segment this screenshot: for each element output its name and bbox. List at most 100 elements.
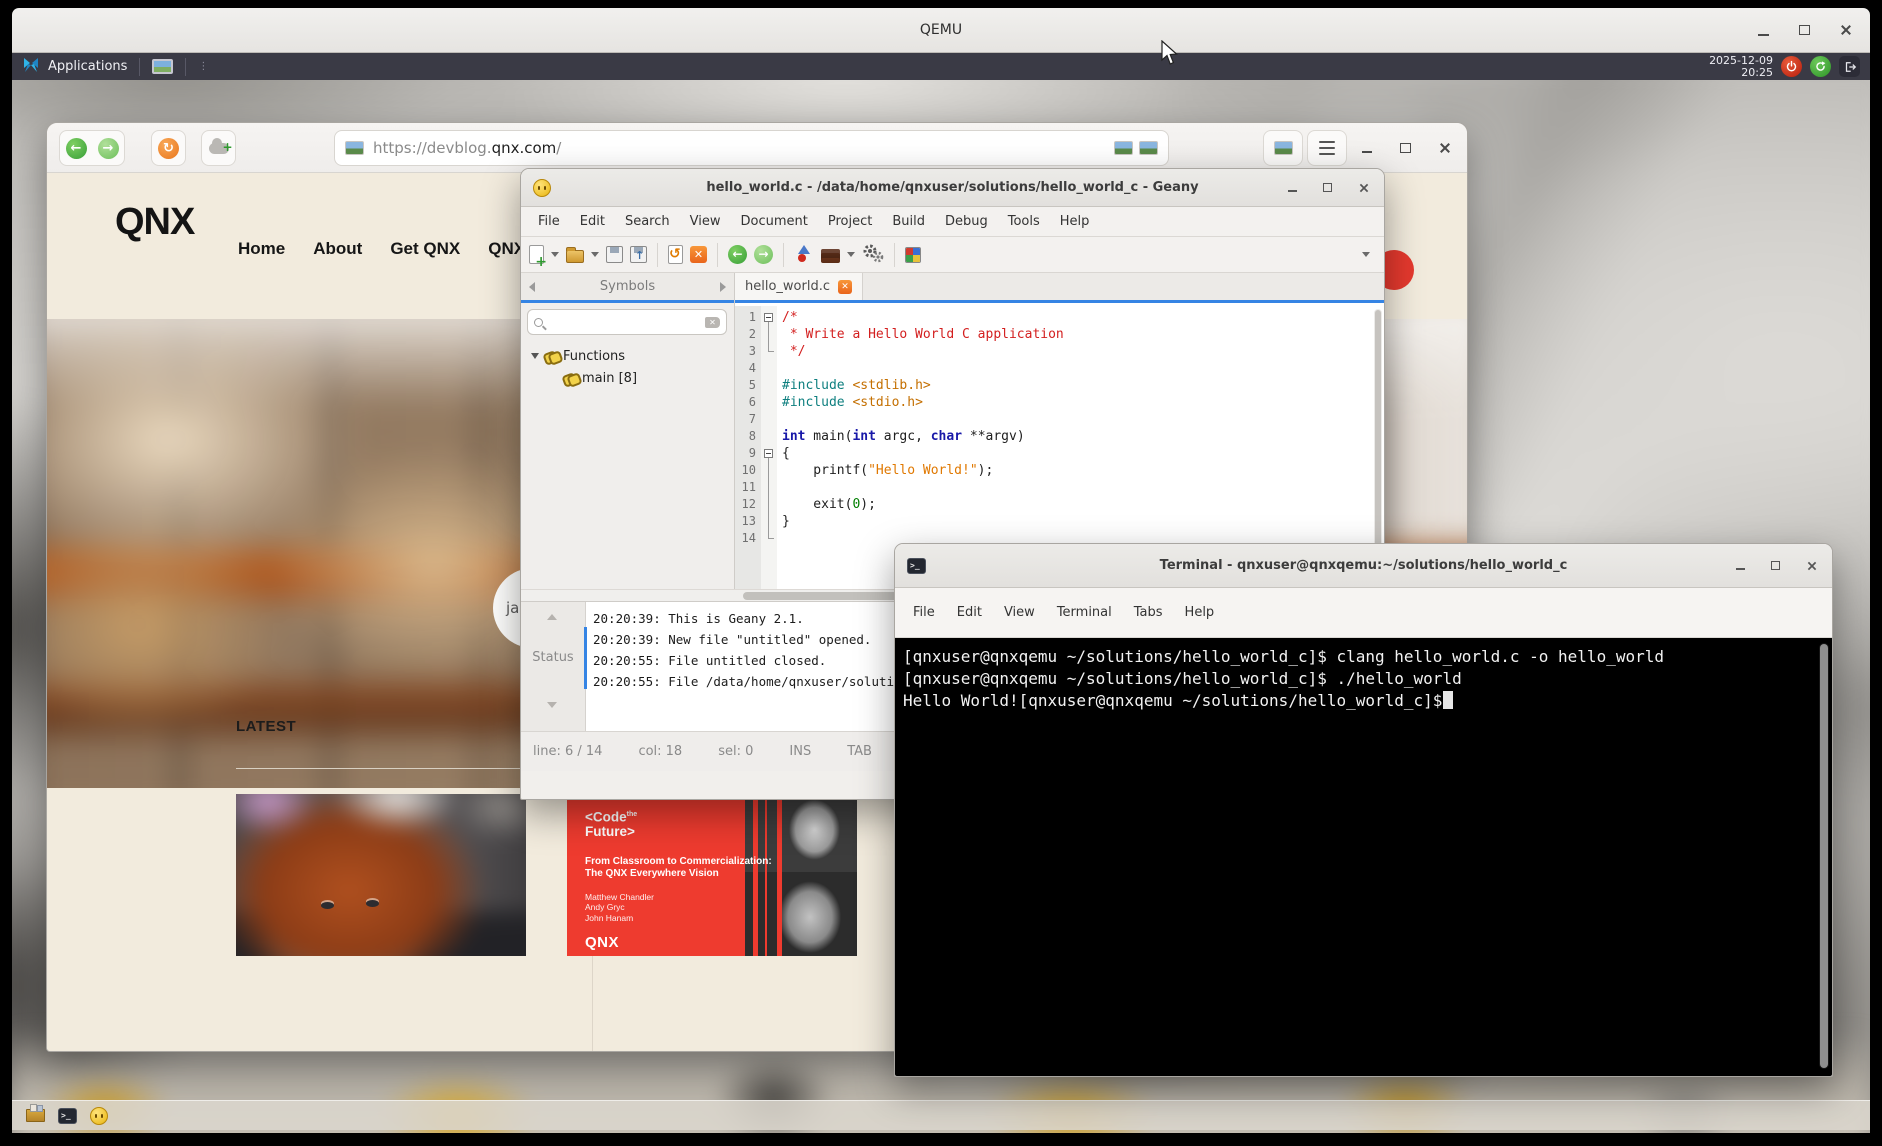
browser-downloads-button[interactable]: [201, 130, 236, 166]
browser-minimize-button[interactable]: [1362, 151, 1372, 153]
geany-menu-7[interactable]: Debug: [936, 211, 997, 232]
show-desktop-icon[interactable]: [152, 59, 173, 74]
geany-menu-1[interactable]: Edit: [571, 211, 614, 232]
code-line-9[interactable]: 9{: [735, 445, 1384, 462]
line-number[interactable]: 2: [735, 326, 761, 343]
browser-reload-button[interactable]: ↻: [151, 130, 186, 166]
build-dropdown[interactable]: [847, 252, 855, 257]
browser-menu-button[interactable]: [1307, 130, 1347, 166]
expander-icon[interactable]: [531, 353, 539, 359]
qemu-close-button[interactable]: [1840, 24, 1852, 36]
qnx-site-logo[interactable]: QNX: [115, 201, 194, 244]
close-file-button[interactable]: ✕: [690, 246, 707, 263]
color-chooser-button[interactable]: [905, 247, 921, 263]
fold-margin[interactable]: [761, 411, 777, 428]
code-line-4[interactable]: 4: [735, 360, 1384, 377]
line-number[interactable]: 8: [735, 428, 761, 445]
geany-menu-4[interactable]: Document: [731, 211, 816, 232]
navigate-forward-button[interactable]: →: [754, 245, 773, 264]
browser-tab-overview-button[interactable]: [1263, 130, 1303, 166]
tab-symbols[interactable]: Symbols: [535, 279, 720, 294]
line-number[interactable]: 6: [735, 394, 761, 411]
line-number[interactable]: 10: [735, 462, 761, 479]
geany-menu-9[interactable]: Help: [1051, 211, 1099, 232]
clear-search-icon[interactable]: ✕: [705, 317, 720, 328]
browser-close-button[interactable]: [1439, 142, 1451, 154]
geany-menu-8[interactable]: Tools: [999, 211, 1049, 232]
fold-margin[interactable]: [761, 530, 777, 547]
new-file-button[interactable]: [529, 245, 544, 264]
fold-margin[interactable]: [761, 309, 777, 326]
nav-link-2[interactable]: Get QNX: [390, 239, 460, 259]
line-number[interactable]: 13: [735, 513, 761, 530]
line-number[interactable]: 12: [735, 496, 761, 513]
build-button[interactable]: [821, 249, 840, 263]
code-line-10[interactable]: 10 printf("Hello World!");: [735, 462, 1384, 479]
compile-button[interactable]: [794, 243, 814, 267]
line-number[interactable]: 14: [735, 530, 761, 547]
urlbar-thumbnail-icon[interactable]: [1139, 141, 1158, 155]
terminal-menu-2[interactable]: View: [994, 601, 1045, 624]
geany-menu-2[interactable]: Search: [616, 211, 679, 232]
line-number[interactable]: 4: [735, 360, 761, 377]
fold-margin[interactable]: [761, 428, 777, 445]
code-line-13[interactable]: 13}: [735, 513, 1384, 530]
open-file-button[interactable]: [566, 250, 584, 263]
browser-back-button[interactable]: ←: [66, 138, 87, 159]
browser-forward-button[interactable]: →: [98, 138, 119, 159]
geany-menu-0[interactable]: File: [529, 211, 569, 232]
navigate-back-button[interactable]: ←: [728, 245, 747, 264]
panel-handle-icon[interactable]: ⋮: [198, 62, 209, 71]
geany-close-button[interactable]: [1359, 182, 1369, 192]
line-number[interactable]: 11: [735, 479, 761, 496]
qemu-minimize-button[interactable]: [1758, 34, 1769, 36]
code-line-12[interactable]: 12 exit(0);: [735, 496, 1384, 513]
terminal-minimize-button[interactable]: [1736, 568, 1745, 570]
fold-margin[interactable]: [761, 462, 777, 479]
terminal-maximize-button[interactable]: [1771, 561, 1780, 570]
tree-item-functions[interactable]: Functions: [521, 345, 734, 367]
line-number[interactable]: 5: [735, 377, 761, 394]
code-line-8[interactable]: 8int main(int argc, char **argv): [735, 428, 1384, 445]
restart-button[interactable]: [1810, 56, 1831, 77]
fold-margin[interactable]: [761, 479, 777, 496]
geany-minimize-button[interactable]: [1288, 190, 1297, 192]
line-number[interactable]: 9: [735, 445, 761, 462]
terminal-menu-4[interactable]: Tabs: [1124, 601, 1173, 624]
code-line-2[interactable]: 2 * Write a Hello World C application: [735, 326, 1384, 343]
qemu-maximize-button[interactable]: [1799, 25, 1810, 35]
taskbar-terminal-icon[interactable]: >_: [58, 1108, 77, 1124]
browser-maximize-button[interactable]: [1400, 143, 1411, 153]
line-number[interactable]: 3: [735, 343, 761, 360]
code-line-1[interactable]: 1/*: [735, 309, 1384, 326]
msg-tabs-scroll-down-icon[interactable]: [547, 702, 557, 708]
tab-status[interactable]: Status: [521, 650, 585, 665]
applications-menu[interactable]: Applications: [48, 59, 127, 74]
line-number[interactable]: 1: [735, 309, 761, 326]
terminal-menu-1[interactable]: Edit: [947, 601, 992, 624]
fold-margin[interactable]: [761, 326, 777, 343]
save-all-button[interactable]: [630, 246, 647, 263]
taskbar-geany-icon[interactable]: [90, 1107, 108, 1125]
terminal-close-button[interactable]: [1807, 560, 1817, 570]
code-line-3[interactable]: 3 */: [735, 343, 1384, 360]
urlbar-thumbnail-icon[interactable]: [1114, 141, 1133, 155]
code-line-7[interactable]: 7: [735, 411, 1384, 428]
fold-margin[interactable]: [761, 343, 777, 360]
new-file-dropdown[interactable]: [551, 252, 559, 257]
terminal-screen[interactable]: [qnxuser@qnxqemu ~/solutions/hello_world…: [895, 638, 1832, 1076]
url-bar[interactable]: https://devblog.qnx.com/: [334, 130, 1169, 166]
msg-tabs-scroll-up-icon[interactable]: [547, 614, 557, 620]
geany-titlebar[interactable]: hello_world.c - /data/home/qnxuser/solut…: [521, 169, 1384, 207]
fold-margin[interactable]: [761, 360, 777, 377]
terminal-menu-0[interactable]: File: [903, 601, 945, 624]
file-tab-hello-world[interactable]: hello_world.c ✕: [735, 273, 863, 300]
geany-maximize-button[interactable]: [1323, 183, 1332, 192]
latest-article-card-1[interactable]: [236, 794, 526, 956]
line-number[interactable]: 7: [735, 411, 761, 428]
execute-button[interactable]: [862, 243, 884, 267]
logout-button[interactable]: [1839, 56, 1860, 77]
fold-margin[interactable]: [761, 445, 777, 462]
code-line-5[interactable]: 5#include <stdlib.h>: [735, 377, 1384, 394]
open-file-dropdown[interactable]: [591, 252, 599, 257]
